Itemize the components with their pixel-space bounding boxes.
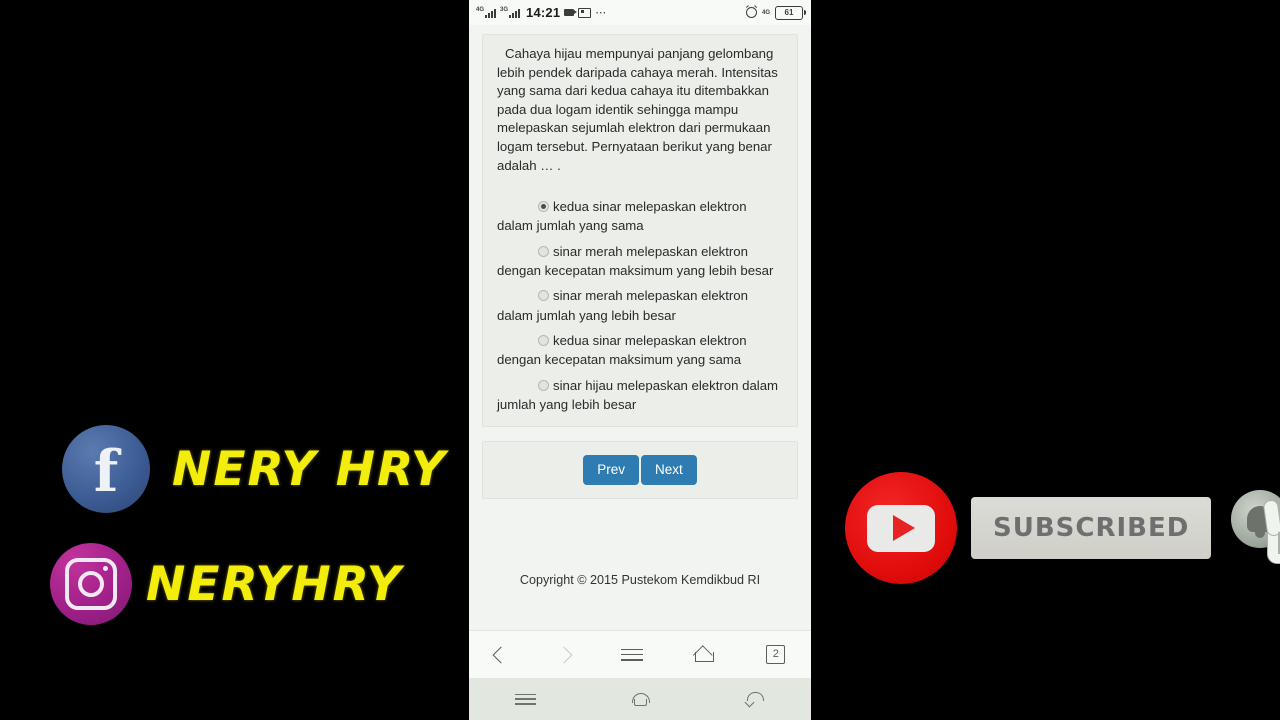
option-row[interactable]: kedua sinar melepaskan elektron dalam ju… <box>497 197 783 236</box>
tab-count-label: 2 <box>772 648 779 660</box>
facebook-watermark: f NERY HRY <box>62 425 447 513</box>
status-clock: 14:21 <box>526 5 561 20</box>
radio-button[interactable] <box>538 379 549 391</box>
answer-options: kedua sinar melepaskan elektron dalam ju… <box>497 197 783 414</box>
screen-root: 4G 3G 14:21 ⋯ 4G 61 Cahaya hijau mempuny… <box>0 0 1280 720</box>
sim2-network-label: 3G <box>500 7 509 13</box>
tab-count-button[interactable]: 2 <box>766 645 786 664</box>
option-label: kedua sinar melepaskan elektron dengan k… <box>497 332 747 368</box>
battery-percent: 61 <box>784 8 794 17</box>
youtube-icon <box>845 472 957 584</box>
instagram-watermark: NERYHRY <box>50 543 403 625</box>
option-row[interactable]: sinar hijau melepaskan elektron dalam ju… <box>497 376 783 415</box>
prev-button[interactable]: Prev <box>583 455 639 486</box>
overflow-dots-icon: ⋯ <box>595 6 608 19</box>
status-bar: 4G 3G 14:21 ⋯ 4G 61 <box>469 0 811 25</box>
menu-icon[interactable] <box>514 693 536 705</box>
chevron-right-icon <box>555 646 573 663</box>
radio-button[interactable] <box>538 334 549 346</box>
chevron-left-icon[interactable] <box>492 646 510 663</box>
next-button[interactable]: Next <box>641 455 697 486</box>
battery-icon: 61 <box>775 5 806 20</box>
android-navigation-bar <box>469 678 811 720</box>
facebook-handle: NERY HRY <box>172 441 447 497</box>
youtube-overlay: SUBSCRIBED <box>845 472 1280 584</box>
subscribed-button[interactable]: SUBSCRIBED <box>971 497 1212 559</box>
option-row[interactable]: sinar merah melepaskan elektron dengan k… <box>497 242 783 281</box>
home-icon[interactable] <box>627 692 653 706</box>
radio-button[interactable] <box>538 245 549 257</box>
sim1-network-label: 4G <box>476 7 485 13</box>
screen-record-icon <box>564 9 578 16</box>
option-label: kedua sinar melepaskan elektron dalam ju… <box>497 199 747 234</box>
facebook-glyph: f <box>93 438 119 505</box>
instagram-glyph <box>65 558 117 610</box>
question-text: Cahaya hijau mempunyai panjang gelombang… <box>497 46 778 173</box>
play-triangle-icon <box>893 515 915 541</box>
sim1-signal-icon: 4G <box>476 7 497 18</box>
alarm-icon <box>745 7 757 18</box>
instagram-handle: NERYHRY <box>146 556 403 612</box>
copyright-text: Copyright © 2015 Pustekom Kemdikbud RI <box>519 573 761 588</box>
phone-screen: 4G 3G 14:21 ⋯ 4G 61 Cahaya hijau mempuny… <box>469 0 811 720</box>
radio-button[interactable] <box>538 290 549 302</box>
bell-cursor-group <box>1229 484 1280 572</box>
option-row[interactable]: sinar merah melepaskan elektron dalam ju… <box>497 286 783 325</box>
option-row[interactable]: kedua sinar melepaskan elektron dengan k… <box>497 331 783 370</box>
quiz-navigation-panel: Prev Next <box>482 441 798 500</box>
youtube-play-box <box>867 504 935 552</box>
status-bar-right: 4G 61 <box>745 0 806 25</box>
question-panel: Cahaya hijau mempunyai panjang gelombang… <box>482 34 798 428</box>
instagram-icon <box>50 543 132 625</box>
home-icon[interactable] <box>694 647 715 662</box>
radio-button[interactable] <box>538 201 549 213</box>
back-icon[interactable] <box>745 691 765 707</box>
browser-toolbar: 2 <box>469 630 811 678</box>
hand-cursor-icon <box>1259 499 1280 564</box>
hamburger-icon[interactable] <box>621 648 644 661</box>
status-bar-left: 4G 3G 14:21 ⋯ <box>476 5 607 20</box>
web-content: Cahaya hijau mempunyai panjang gelombang… <box>469 34 811 588</box>
network-type-icon: 4G <box>762 10 770 16</box>
video-capture-icon <box>578 7 592 18</box>
subscribed-label: SUBSCRIBED <box>993 513 1190 543</box>
facebook-icon: f <box>62 425 150 513</box>
network-type-label: 4G <box>761 9 770 16</box>
option-label: sinar merah melepaskan elektron dalam ju… <box>497 288 748 323</box>
sim2-signal-icon: 3G <box>500 7 521 18</box>
